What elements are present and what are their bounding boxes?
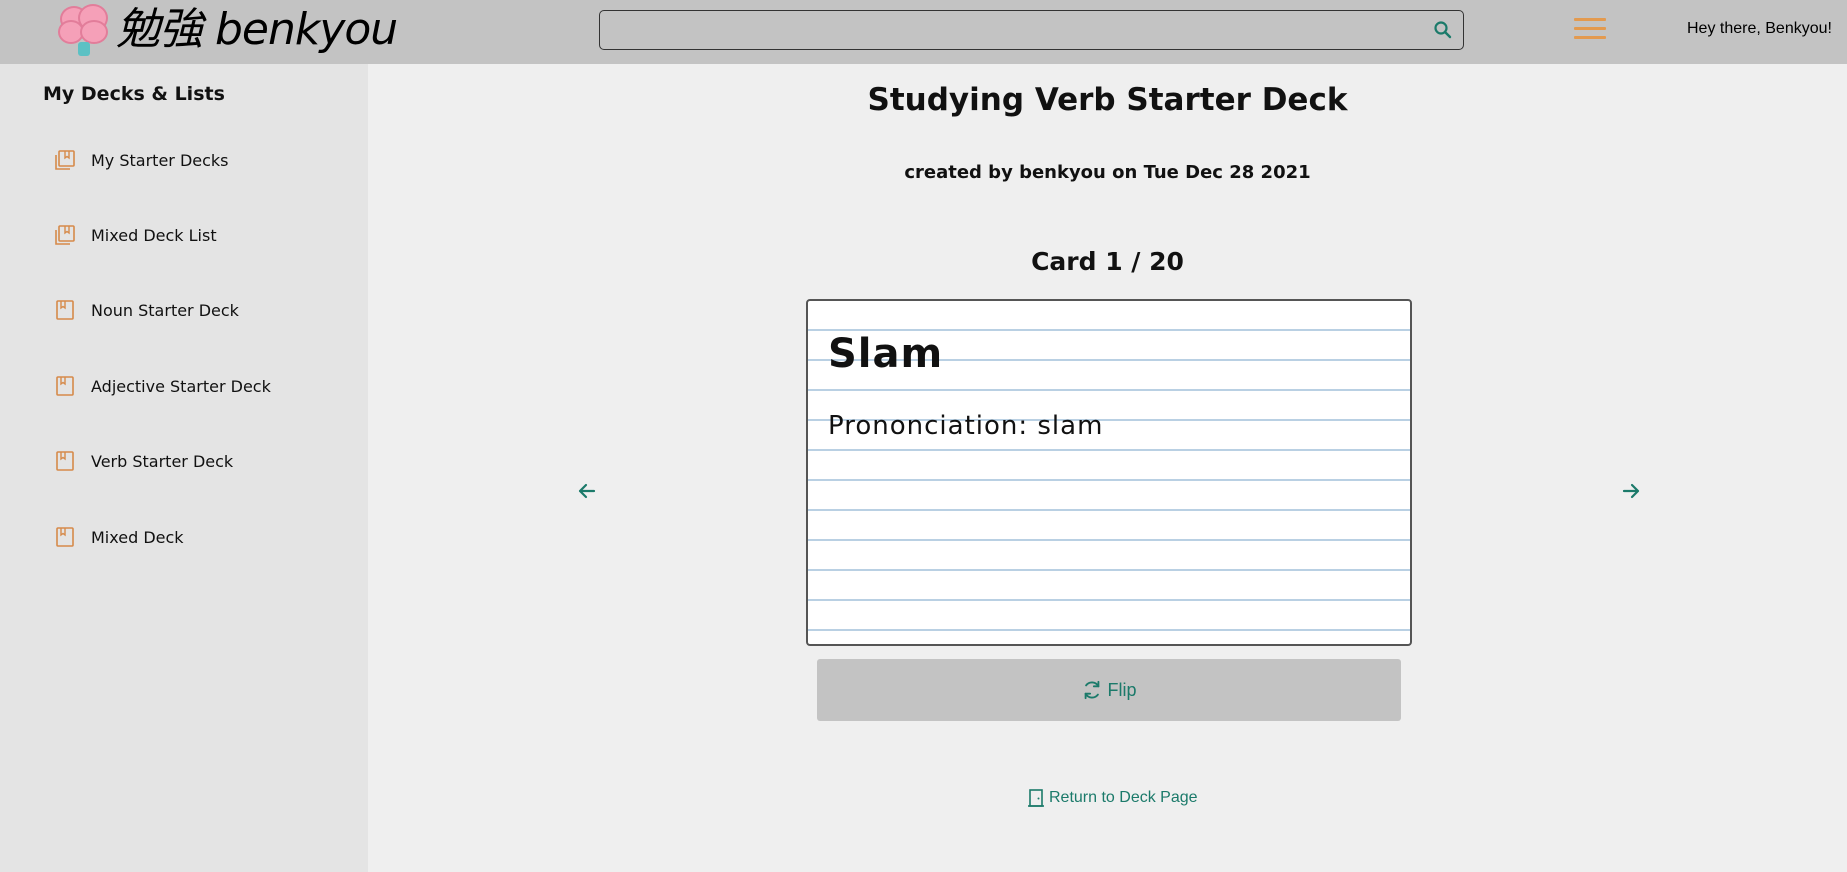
deck-icon (56, 300, 74, 320)
return-to-deck-link[interactable]: Return to Deck Page (1027, 787, 1198, 809)
deck-created-info: created by benkyou on Tue Dec 28 2021 (904, 162, 1311, 183)
deck-icon (56, 527, 74, 547)
card-counter: Card 1 / 20 (1031, 247, 1184, 276)
logo-text: 勉強 benkyou (116, 4, 398, 55)
sidebar-item-adjective-starter-deck[interactable]: Adjective Starter Deck (54, 371, 271, 401)
sidebar-item-label: Adjective Starter Deck (91, 376, 271, 396)
sidebar: My Decks & Lists My Starter Decks Mixed … (0, 64, 368, 872)
card-pronunciation: Prononciation: slam (828, 411, 1104, 441)
sidebar-item-my-starter-decks[interactable]: My Starter Decks (54, 145, 229, 175)
sidebar-item-label: Mixed Deck List (91, 225, 217, 245)
sidebar-item-label: Noun Starter Deck (91, 300, 239, 320)
sidebar-item-label: Verb Starter Deck (91, 451, 234, 471)
refresh-icon (1085, 680, 1100, 700)
sidebar-item-verb-starter-deck[interactable]: Verb Starter Deck (54, 446, 233, 476)
user-greeting: Hey there, Benkyou! (1687, 20, 1832, 37)
deck-list-icon (55, 225, 75, 245)
sidebar-item-mixed-deck[interactable]: Mixed Deck (54, 522, 184, 552)
flip-button-label: Flip (1107, 679, 1137, 700)
search-input[interactable] (599, 10, 1464, 50)
card-word: Slam (828, 331, 944, 377)
door-icon (1028, 789, 1044, 807)
search-icon[interactable] (1433, 20, 1453, 40)
flip-button[interactable]: Flip (817, 659, 1401, 721)
deck-icon (56, 376, 74, 396)
return-link-label: Return to Deck Page (1049, 789, 1198, 806)
deck-list-icon (55, 150, 75, 170)
menu-icon[interactable] (1574, 18, 1606, 42)
previous-card-arrow-icon[interactable] (575, 479, 599, 503)
sidebar-item-mixed-deck-list[interactable]: Mixed Deck List (54, 220, 217, 250)
sidebar-item-label: My Starter Decks (91, 150, 229, 170)
logo[interactable]: 勉強 benkyou (56, 0, 398, 60)
flashcard[interactable]: Slam Prononciation: slam (806, 299, 1412, 646)
sidebar-item-label: Mixed Deck (91, 527, 184, 547)
next-card-arrow-icon[interactable] (1619, 479, 1643, 503)
brain-logo-icon (56, 2, 112, 58)
sidebar-item-noun-starter-deck[interactable]: Noun Starter Deck (54, 295, 239, 325)
sidebar-title: My Decks & Lists (43, 83, 225, 105)
top-header: 勉強 benkyou Hey there, Benkyou! (0, 0, 1847, 64)
deck-icon (56, 451, 74, 471)
page-title: Studying Verb Starter Deck (867, 82, 1348, 118)
